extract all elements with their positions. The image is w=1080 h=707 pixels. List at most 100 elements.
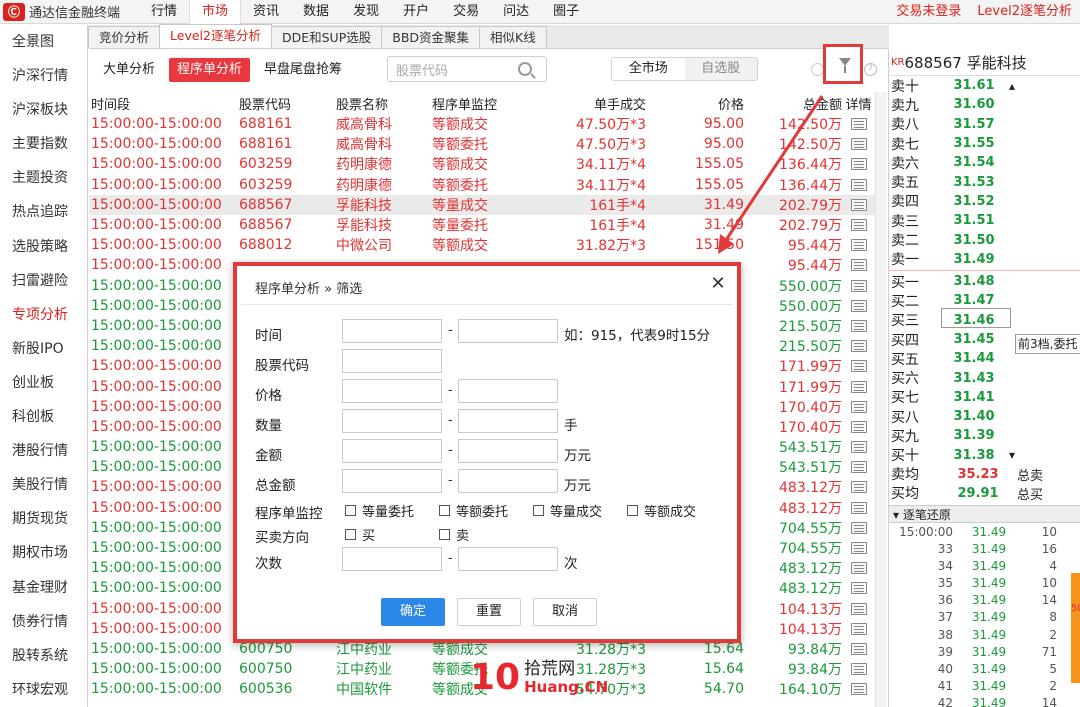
detail-cell[interactable]: [842, 399, 875, 415]
checkbox-icon[interactable]: [345, 505, 356, 516]
detail-icon[interactable]: [850, 622, 867, 635]
search-icon[interactable]: [518, 62, 532, 76]
total-to-input[interactable]: [458, 469, 558, 493]
amount-to-input[interactable]: [458, 439, 558, 463]
qty-from-input[interactable]: [342, 409, 442, 433]
menu-item[interactable]: 行情: [139, 0, 189, 24]
detail-icon[interactable]: [850, 481, 867, 494]
detail-icon[interactable]: [850, 642, 867, 655]
price-from-input[interactable]: [342, 379, 442, 403]
detail-icon[interactable]: [850, 138, 867, 151]
table-row[interactable]: 15:00:00-15:00:00 603259 药明康德 等额委托 34.11万*4 1…: [89, 175, 875, 195]
detail-cell[interactable]: [842, 601, 875, 617]
detail-cell[interactable]: [842, 439, 875, 455]
detail-icon[interactable]: [850, 582, 867, 595]
detail-icon[interactable]: [850, 178, 867, 191]
detail-icon[interactable]: [850, 461, 867, 474]
checkbox-icon[interactable]: [439, 529, 450, 540]
detail-icon[interactable]: [850, 319, 867, 332]
detail-cell[interactable]: [842, 116, 875, 132]
amount-from-input[interactable]: [342, 439, 442, 463]
monitor-equal-qty-trade[interactable]: 等量成交: [533, 501, 602, 520]
sidebar-item[interactable]: 环球宏观: [0, 673, 87, 707]
time-to-input[interactable]: [458, 319, 558, 343]
menu-item[interactable]: 圈子: [541, 0, 591, 24]
detail-icon[interactable]: [850, 663, 867, 676]
checkbox-icon[interactable]: [345, 529, 356, 540]
direction-sell[interactable]: 卖: [439, 525, 469, 544]
detail-icon[interactable]: [850, 299, 867, 312]
sidebar-item[interactable]: 沪深板块: [0, 93, 87, 127]
menu-item[interactable]: 问达: [491, 0, 541, 24]
table-row[interactable]: 15:00:00-15:00:00 688161 威高骨科 等额成交 47.50万*3 9…: [89, 114, 875, 134]
detail-icon[interactable]: [850, 158, 867, 171]
menu-item[interactable]: 交易: [441, 0, 491, 24]
detail-cell[interactable]: [842, 540, 875, 556]
detail-cell[interactable]: [842, 479, 875, 495]
sidebar-item[interactable]: 期权市场: [0, 536, 87, 570]
detail-cell[interactable]: [842, 156, 875, 172]
reset-button[interactable]: 重置: [457, 598, 521, 626]
tab[interactable]: BBD资金聚集: [381, 26, 481, 48]
price-to-input[interactable]: [458, 379, 558, 403]
detail-cell[interactable]: [842, 459, 875, 475]
detail-icon[interactable]: [850, 683, 867, 696]
filter-button[interactable]: [823, 44, 863, 84]
sidebar-item[interactable]: 选股策略: [0, 230, 87, 264]
detail-cell[interactable]: [842, 379, 875, 395]
menu-item[interactable]: 数据: [291, 0, 341, 24]
monitor-equal-amount-trade[interactable]: 等额成交: [627, 501, 696, 520]
table-row[interactable]: 15:00:00-15:00:00 688567 孚能科技 等量委托 161手*4 31.…: [89, 215, 875, 235]
detail-cell[interactable]: [842, 197, 875, 213]
checkbox-icon[interactable]: [627, 505, 638, 516]
detail-icon[interactable]: [850, 118, 867, 131]
detail-icon[interactable]: [850, 501, 867, 514]
detail-icon[interactable]: [850, 259, 867, 272]
detail-icon[interactable]: [850, 542, 867, 555]
menu-item[interactable]: 发现: [341, 0, 391, 24]
count-to-input[interactable]: [458, 547, 558, 571]
sidebar-item[interactable]: 新股IPO: [0, 332, 87, 366]
detail-cell[interactable]: [842, 520, 875, 536]
mode-big-order[interactable]: 大单分析: [95, 58, 163, 82]
detail-cell[interactable]: [842, 177, 875, 193]
close-icon[interactable]: ✕: [709, 275, 727, 294]
confirm-button[interactable]: 确定: [381, 598, 445, 626]
sidebar-item[interactable]: 基金理财: [0, 571, 87, 605]
detail-cell[interactable]: [842, 298, 875, 314]
table-row[interactable]: 15:00:00-15:00:00 688567 孚能科技 等量成交 161手*4 31.…: [89, 194, 875, 215]
direction-buy[interactable]: 买: [345, 525, 375, 544]
sidebar-item[interactable]: 沪深行情: [0, 59, 87, 93]
detail-cell[interactable]: [842, 217, 875, 233]
menu-item[interactable]: 开户: [391, 0, 441, 24]
menu-item[interactable]: 资讯: [241, 0, 291, 24]
detail-cell[interactable]: [842, 278, 875, 294]
monitor-equal-qty-order[interactable]: 等量委托: [345, 501, 414, 520]
table-row[interactable]: 15:00:00-15:00:00 688161 威高骨科 等额委托 47.50万*3 9…: [89, 134, 875, 154]
detail-cell[interactable]: [842, 257, 875, 273]
detail-icon[interactable]: [850, 562, 867, 575]
detail-icon[interactable]: [850, 279, 867, 292]
search-input[interactable]: 股票代码: [387, 56, 547, 82]
detail-cell[interactable]: [842, 419, 875, 435]
checkbox-icon[interactable]: [533, 505, 544, 516]
detail-cell[interactable]: [842, 338, 875, 354]
detail-cell[interactable]: [842, 580, 875, 596]
sidebar-item[interactable]: 期货现货: [0, 502, 87, 536]
detail-icon[interactable]: [850, 340, 867, 353]
sidebar-item[interactable]: 港股行情: [0, 434, 87, 468]
detail-cell[interactable]: [842, 661, 875, 677]
mode-program-order[interactable]: 程序单分析: [169, 58, 251, 82]
tab[interactable]: 竞价分析: [88, 26, 161, 48]
mode-open-close[interactable]: 早盘尾盘抢筹: [256, 58, 350, 82]
detail-icon[interactable]: [850, 239, 867, 252]
collapse-icon[interactable]: ▾: [893, 508, 903, 522]
table-row[interactable]: 15:00:00-15:00:00 688012 中微公司 等额成交 31.82万*3 1…: [89, 235, 875, 255]
qty-to-input[interactable]: [458, 409, 558, 433]
sidebar-item[interactable]: 全景图: [0, 25, 87, 59]
tab[interactable]: DDE和SUP选股: [270, 26, 383, 48]
sidebar-item[interactable]: 扫雷避险: [0, 264, 87, 298]
sidebar-item[interactable]: 主要指数: [0, 127, 87, 161]
login-status-link[interactable]: 交易未登录: [888, 0, 969, 24]
cancel-button[interactable]: 取消: [533, 598, 597, 626]
